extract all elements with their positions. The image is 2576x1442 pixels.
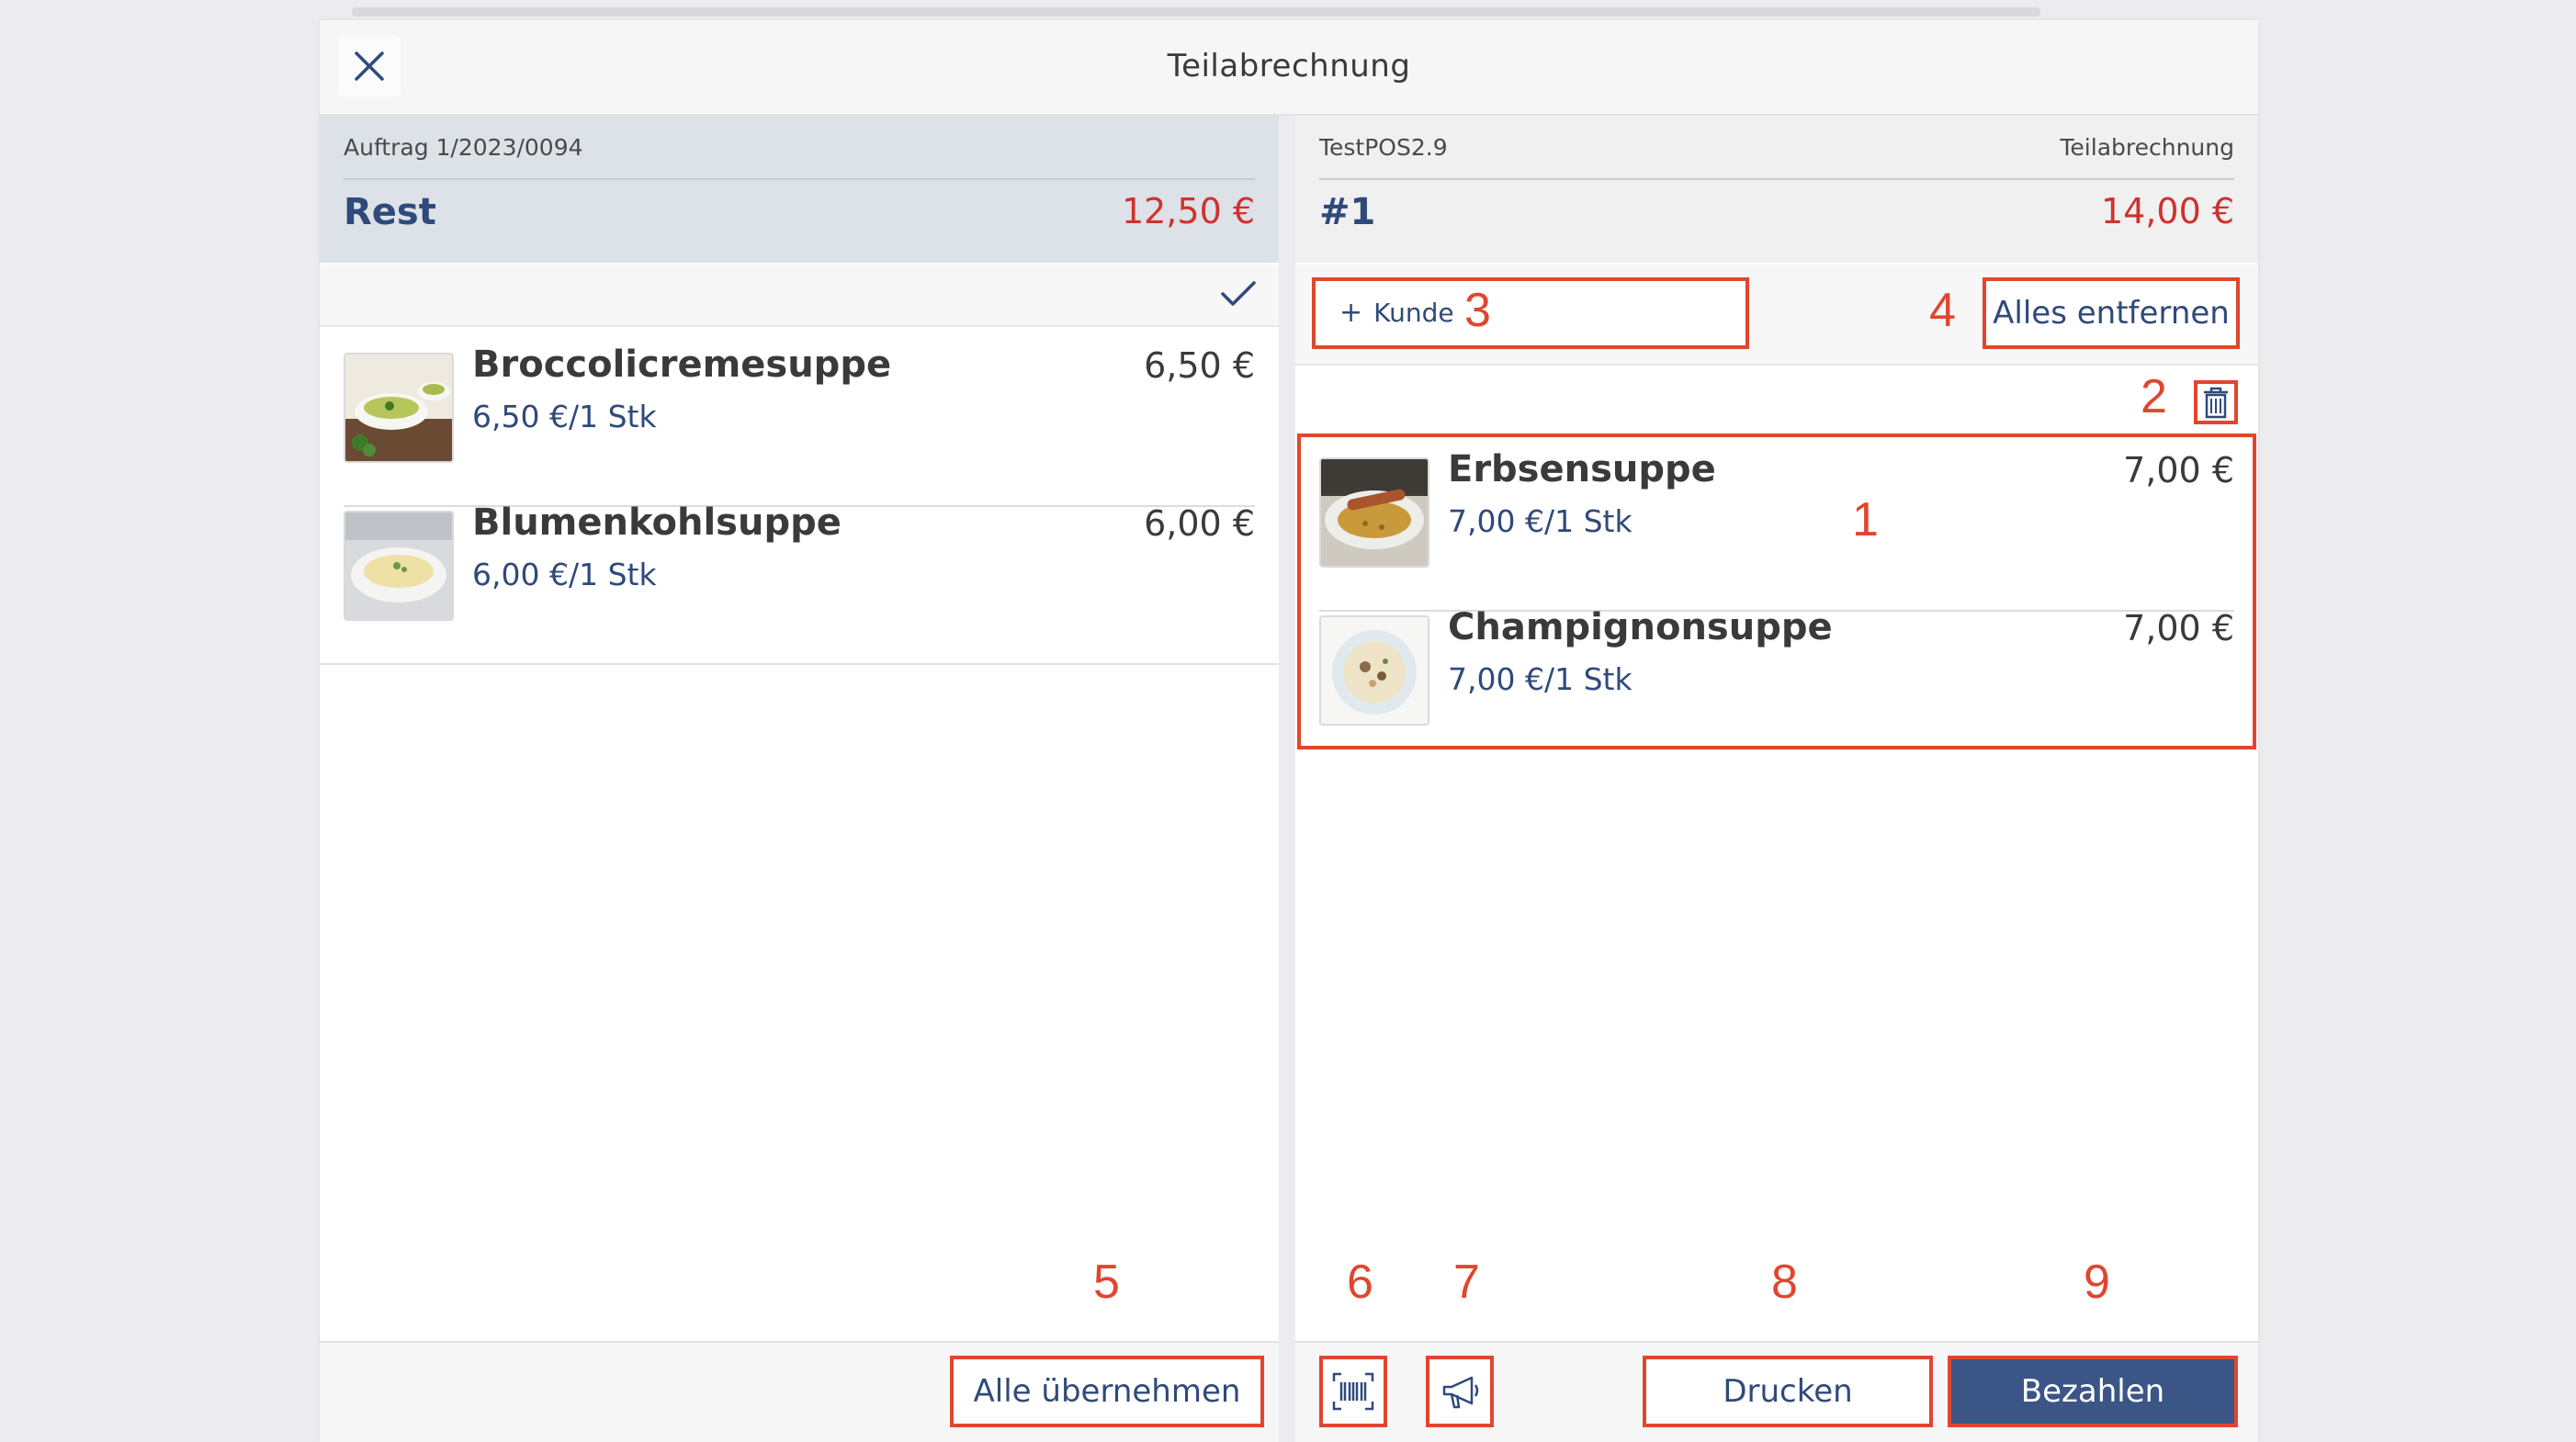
header-divider bbox=[344, 178, 1255, 180]
item-unit-price: 7,00 €/1 Stk bbox=[1448, 661, 1633, 697]
item-price: 7,00 € bbox=[2123, 450, 2234, 490]
item-price: 7,00 € bbox=[2123, 608, 2234, 648]
pay-button[interactable]: Bezahlen bbox=[1948, 1356, 2238, 1427]
annotation-4: 4 bbox=[1929, 284, 1956, 337]
take-all-button[interactable]: Alle übernehmen bbox=[950, 1356, 1264, 1427]
item-unit-price: 7,00 €/1 Stk bbox=[1448, 503, 1633, 539]
remove-all-button[interactable]: Alles entfernen bbox=[1983, 277, 2240, 349]
trash-icon bbox=[2202, 387, 2230, 423]
column-divider bbox=[1279, 116, 1295, 1442]
delete-button[interactable] bbox=[2194, 380, 2238, 424]
mushroom-soup-image bbox=[1319, 615, 1429, 726]
select-all-bar bbox=[320, 265, 1279, 327]
pea-soup-image bbox=[1319, 457, 1429, 568]
bill-header: TestPOS2.9 Teilabrechnung #1 14,00 € bbox=[1295, 116, 2258, 263]
bill-amount: 14,00 € bbox=[2100, 191, 2234, 231]
barcode-icon bbox=[1332, 1372, 1374, 1419]
order-header: Auftrag 1/2023/0094 Rest 12,50 € bbox=[320, 116, 1279, 263]
item-name: Blumenkohlsuppe bbox=[472, 501, 842, 544]
dialog-header: Teilabrechnung bbox=[320, 20, 2258, 116]
item-unit-price: 6,00 €/1 Stk bbox=[472, 557, 657, 592]
bill-actions-bar: + Kunde 3 4 Alles entfernen bbox=[1295, 265, 2258, 366]
dialog-title: Teilabrechnung bbox=[1167, 48, 1411, 84]
megaphone-icon bbox=[1441, 1374, 1481, 1419]
list-item[interactable]: Erbsensuppe 7,00 €/1 Stk 7,00 € bbox=[1319, 432, 2234, 588]
item-price: 6,50 € bbox=[1144, 345, 1255, 386]
annotation-3: 3 bbox=[1464, 284, 1491, 337]
list-item[interactable]: Broccolicremesuppe 6,50 €/1 Stk 6,50 € bbox=[344, 327, 1255, 483]
item-name: Champignonsuppe bbox=[1448, 606, 1833, 648]
source-order-panel: Auftrag 1/2023/0094 Rest 12,50 € Broccol… bbox=[320, 116, 1279, 1442]
header-divider bbox=[1319, 178, 2234, 180]
right-footer: Drucken Bezahlen bbox=[1295, 1341, 2258, 1442]
rest-amount: 12,50 € bbox=[1121, 191, 1255, 231]
split-bill-dialog: Teilabrechnung Auftrag 1/2023/0094 Rest … bbox=[320, 20, 2258, 1442]
list-item[interactable]: Blumenkohlsuppe 6,00 €/1 Stk 6,00 € bbox=[344, 485, 1255, 641]
item-unit-price: 6,50 €/1 Stk bbox=[472, 399, 657, 434]
annotation-6: 6 bbox=[1347, 1256, 1373, 1309]
annotation-7: 7 bbox=[1453, 1256, 1480, 1309]
list-item[interactable]: Champignonsuppe 7,00 €/1 Stk 7,00 € bbox=[1319, 590, 2234, 746]
item-name: Erbsensuppe bbox=[1448, 448, 1716, 490]
partial-bill-panel: TestPOS2.9 Teilabrechnung #1 14,00 € + Ku… bbox=[1295, 116, 2258, 1442]
print-button[interactable]: Drucken bbox=[1643, 1356, 1933, 1427]
background-strip bbox=[352, 7, 2040, 17]
item-name: Broccolicremesuppe bbox=[472, 344, 892, 386]
left-footer: Alle übernehmen bbox=[320, 1341, 1279, 1442]
annotation-8: 8 bbox=[1771, 1256, 1798, 1309]
list-end-divider bbox=[320, 663, 1279, 665]
check-icon[interactable] bbox=[1220, 279, 1257, 312]
pos-name: TestPOS2.9 bbox=[1319, 134, 1448, 161]
barcode-button[interactable] bbox=[1319, 1356, 1387, 1427]
broccoli-soup-image bbox=[344, 353, 454, 463]
item-price: 6,00 € bbox=[1144, 503, 1255, 544]
cauliflower-soup-image bbox=[344, 511, 454, 621]
annotation-2: 2 bbox=[2141, 370, 2167, 423]
order-number: Auftrag 1/2023/0094 bbox=[344, 134, 583, 161]
bill-number: #1 bbox=[1319, 191, 1376, 233]
bill-mode: Teilabrechnung bbox=[2060, 134, 2234, 161]
announce-button[interactable] bbox=[1426, 1356, 1494, 1427]
plus-icon: + bbox=[1339, 297, 1363, 329]
annotation-9: 9 bbox=[2084, 1256, 2110, 1309]
add-customer-label: Kunde bbox=[1373, 298, 1454, 328]
add-customer-button[interactable]: + Kunde bbox=[1312, 277, 1749, 349]
annotation-5: 5 bbox=[1093, 1256, 1120, 1309]
rest-label: Rest bbox=[344, 191, 436, 233]
